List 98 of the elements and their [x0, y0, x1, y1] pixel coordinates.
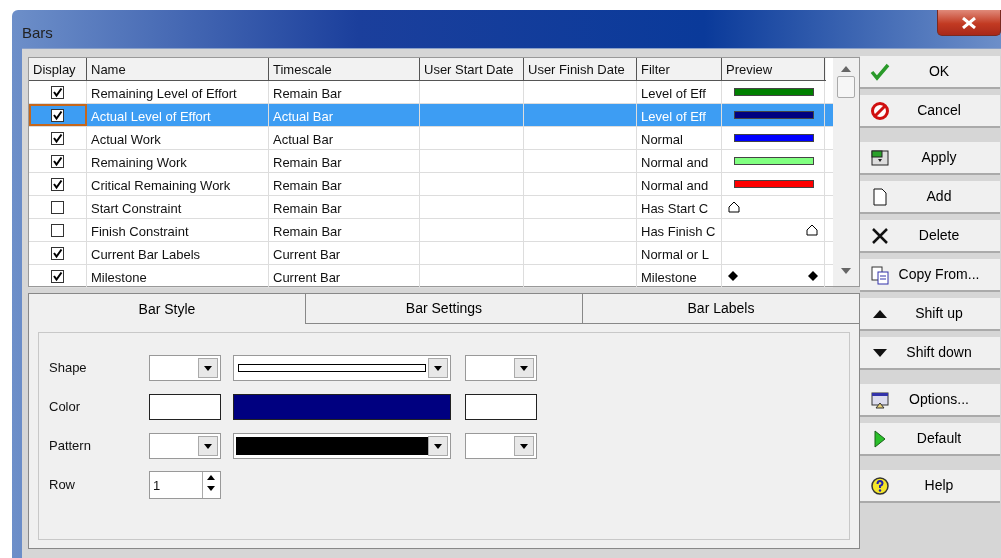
caret-icon	[204, 443, 212, 449]
constraint-marker-icon	[806, 224, 818, 236]
window-title: Bars	[22, 23, 53, 43]
caret-icon	[520, 443, 528, 449]
display-checkbox[interactable]	[51, 200, 64, 214]
dialog-button[interactable]: Default	[860, 423, 1000, 456]
constraint-marker-icon	[728, 201, 740, 213]
table-cell: Actual Bar	[273, 132, 333, 147]
table-cell: Level of Eff	[641, 109, 706, 124]
display-checkbox[interactable]	[51, 269, 64, 283]
monitor-icon	[870, 389, 890, 410]
page-icon	[870, 186, 890, 207]
scroll-up-icon[interactable]	[841, 66, 852, 72]
column-header[interactable]: Filter	[637, 58, 722, 82]
column-header[interactable]: Name	[87, 58, 269, 82]
table-cell: Remaining Work	[91, 155, 187, 170]
dialog-button[interactable]: Options...	[860, 384, 1000, 417]
field-label: Color	[49, 398, 82, 417]
help-icon	[870, 475, 890, 496]
display-checkbox[interactable]	[51, 177, 64, 191]
display-checkbox[interactable]	[51, 108, 64, 122]
field-label: Shape	[49, 359, 88, 378]
table-cell: Remain Bar	[273, 155, 342, 170]
table-cell: Has Start C	[641, 201, 709, 216]
table-cell: Critical Remaining Work	[91, 178, 231, 193]
dialog-button[interactable]: Shift up	[860, 298, 1000, 331]
table-row[interactable]: Finish Constraint Remain Bar Has Finish C	[29, 219, 834, 242]
dialog-button[interactable]: Add	[860, 181, 1000, 214]
table-cell: Milestone	[641, 270, 697, 285]
dropdown[interactable]	[233, 433, 451, 459]
dropdown[interactable]	[233, 355, 451, 381]
table-cell: Actual Level of Effort	[91, 109, 211, 124]
spin-field[interactable]: 1	[149, 471, 221, 499]
caret-icon	[204, 365, 212, 371]
table-cell: Current Bar	[273, 247, 341, 262]
tab[interactable]: Bar Settings	[306, 294, 583, 324]
cross-icon	[870, 225, 890, 246]
dialog-button[interactable]: Copy From...	[860, 259, 1000, 292]
column-header[interactable]: Preview	[722, 58, 825, 82]
table-cell: Remain Bar	[273, 224, 342, 239]
table-cell: Normal and	[641, 155, 709, 170]
column-header[interactable]: User Start Date	[420, 58, 524, 82]
table-cell: Remaining Level of Effort	[91, 86, 237, 101]
table-cell: Actual Bar	[273, 109, 333, 124]
table-cell: Current Bar	[273, 270, 341, 285]
table-cell: Current Bar Labels	[91, 247, 201, 262]
close-icon	[962, 16, 976, 29]
table-cell: Remain Bar	[273, 201, 342, 216]
table-cell: Milestone	[91, 270, 147, 285]
diamond-icon	[808, 271, 818, 281]
documents-icon	[870, 264, 890, 285]
caret-icon	[520, 365, 528, 371]
field-label: Pattern	[49, 437, 92, 456]
dialog-button[interactable]: Delete	[860, 220, 1000, 253]
table-cell: Normal and	[641, 178, 709, 193]
diamond-icon	[728, 271, 738, 281]
display-checkbox[interactable]	[51, 246, 64, 260]
table-row[interactable]: Critical Remaining Work Remain Bar Normal and	[29, 173, 834, 196]
table-row[interactable]: Milestone Current Bar Milestone	[29, 265, 834, 288]
focus-cell[interactable]	[29, 104, 87, 126]
scrollbar-track[interactable]	[833, 58, 859, 286]
display-checkbox[interactable]	[51, 131, 64, 145]
color-swatch[interactable]	[465, 394, 537, 420]
column-header[interactable]: User Finish Date	[524, 58, 637, 82]
table-cell: Actual Work	[91, 132, 161, 147]
dialog-button[interactable]: OK	[860, 56, 1000, 89]
column-header[interactable]: Timescale	[269, 58, 420, 82]
display-checkbox[interactable]	[51, 85, 64, 99]
table-cell: Remain Bar	[273, 86, 342, 101]
prohibit-icon	[870, 100, 890, 121]
color-swatch[interactable]	[233, 394, 451, 420]
table-cell: Finish Constraint	[91, 224, 189, 239]
window-icon	[870, 147, 890, 168]
table-row[interactable]: Remaining Work Remain Bar Normal and	[29, 150, 834, 173]
table-cell: Normal or L	[641, 247, 709, 262]
field-label: Row	[49, 476, 76, 495]
table-row[interactable]: Actual Work Actual Bar Normal	[29, 127, 834, 150]
table-cell: Start Constraint	[91, 201, 182, 216]
scroll-thumb[interactable]	[837, 76, 856, 98]
table-cell: Remain Bar	[273, 178, 342, 193]
check-icon	[870, 61, 890, 82]
dialog-button[interactable]: Help	[860, 470, 1000, 503]
close-button[interactable]	[937, 10, 1001, 36]
dialog-button[interactable]: Shift down	[860, 337, 1000, 370]
color-swatch[interactable]	[149, 394, 221, 420]
column-header[interactable]: Display	[29, 58, 87, 82]
scroll-down-icon[interactable]	[841, 268, 852, 274]
caret-icon	[434, 443, 442, 449]
dialog-button[interactable]: Cancel	[860, 95, 1000, 128]
table-cell: Level of Eff	[641, 86, 706, 101]
caret-icon	[434, 365, 442, 371]
table-cell: Has Finish C	[641, 224, 716, 239]
display-checkbox[interactable]	[51, 154, 64, 168]
table-row[interactable]: Current Bar Labels Current Bar Normal or L	[29, 242, 834, 265]
table-row[interactable]: Start Constraint Remain Bar Has Start C	[29, 196, 834, 219]
display-checkbox[interactable]	[51, 223, 64, 237]
dialog-button[interactable]: Apply	[860, 142, 1000, 175]
table-cell: Normal	[641, 132, 683, 147]
